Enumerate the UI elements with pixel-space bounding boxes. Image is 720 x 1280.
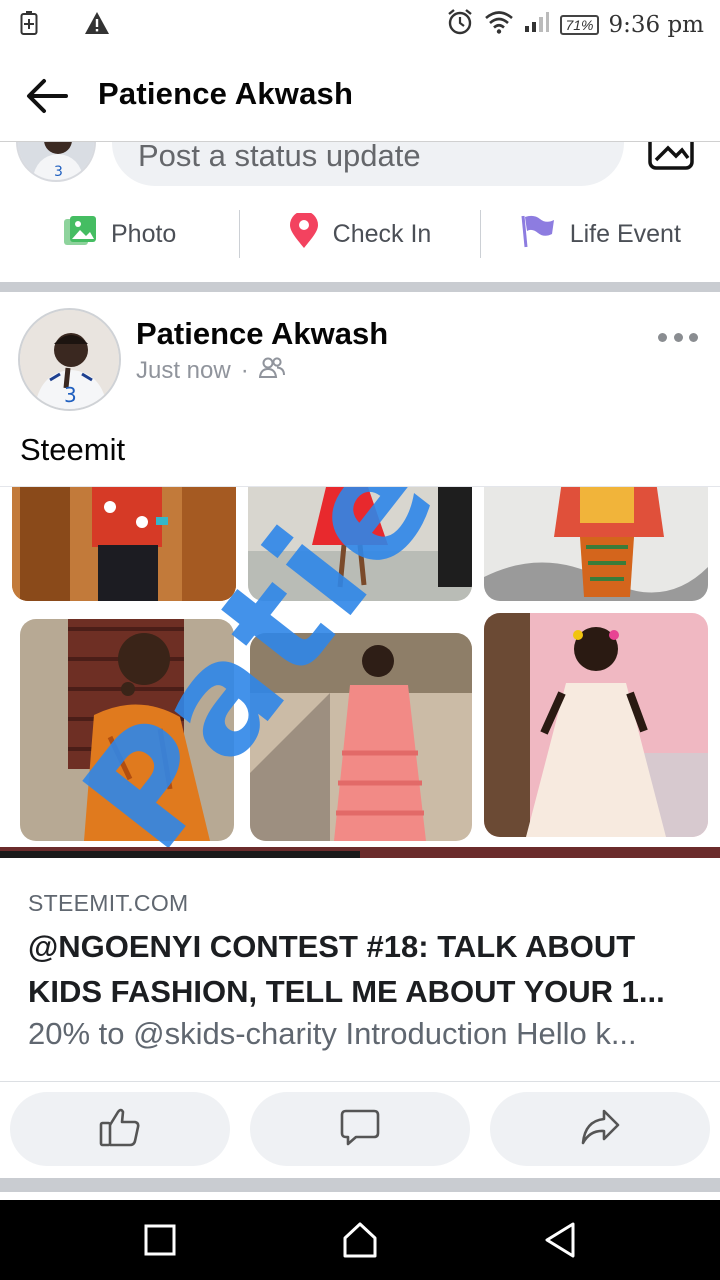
composer-actions: Photo Check In Life Event bbox=[0, 208, 720, 260]
like-button[interactable] bbox=[10, 1092, 230, 1166]
more-options-icon[interactable] bbox=[658, 330, 698, 344]
share-button[interactable] bbox=[490, 1092, 710, 1166]
post-actions bbox=[10, 1092, 710, 1166]
app-header: Patience Akwash bbox=[0, 50, 720, 142]
battery-charging-icon bbox=[20, 10, 38, 41]
location-pin-icon bbox=[289, 210, 319, 256]
check-in-button[interactable]: Check In bbox=[240, 208, 479, 260]
link-preview[interactable]: STEEMIT.COM @NGOENYI CONTEST #18: TALK A… bbox=[0, 858, 720, 1082]
system-nav-bar bbox=[0, 1200, 720, 1280]
alarm-icon bbox=[446, 8, 474, 41]
thumbs-up-icon bbox=[99, 1107, 141, 1152]
wifi-icon bbox=[484, 10, 514, 39]
page-title: Patience Akwash bbox=[98, 76, 354, 111]
photo-tile bbox=[248, 487, 472, 601]
warning-icon bbox=[84, 11, 110, 40]
link-description: 20% to @skids-charity Introduction Hello… bbox=[28, 1016, 637, 1051]
section-divider bbox=[0, 282, 720, 292]
link-preview-image[interactable]: Patience bbox=[0, 486, 720, 858]
next-post-edge bbox=[0, 1192, 720, 1200]
photo-tile bbox=[12, 487, 236, 601]
section-divider bbox=[0, 1178, 720, 1192]
status-input[interactable]: Post a status update bbox=[112, 142, 624, 186]
link-title: @NGOENYI CONTEST #18: TALK ABOUT KIDS FA… bbox=[28, 929, 665, 1009]
recents-button[interactable] bbox=[140, 1220, 180, 1260]
signal-icon bbox=[524, 11, 550, 38]
photo-tile bbox=[484, 487, 708, 601]
home-button[interactable] bbox=[340, 1220, 380, 1260]
status-composer: 3 Post a status update Photo Check In Li… bbox=[0, 142, 720, 282]
arrow-left-icon[interactable] bbox=[24, 76, 70, 116]
life-event-button[interactable]: Life Event bbox=[481, 208, 720, 260]
svg-text:3: 3 bbox=[54, 164, 63, 180]
photo-tile bbox=[20, 619, 234, 841]
author-avatar[interactable]: 3 bbox=[18, 308, 121, 411]
photo-icon bbox=[63, 215, 97, 254]
photo-tile bbox=[484, 613, 708, 837]
camera-photo-icon[interactable] bbox=[644, 142, 698, 172]
flag-icon bbox=[520, 214, 556, 255]
status-bar: 71% 9:36 pm bbox=[0, 0, 720, 50]
life-event-label: Life Event bbox=[569, 219, 681, 248]
photo-button[interactable]: Photo bbox=[0, 208, 239, 260]
photo-label: Photo bbox=[110, 219, 177, 248]
back-button[interactable] bbox=[540, 1220, 580, 1260]
photo-tile bbox=[250, 633, 472, 841]
post-meta: Just now · bbox=[136, 356, 285, 385]
post-author[interactable]: Patience Akwash bbox=[136, 316, 388, 352]
status-placeholder: Post a status update bbox=[138, 142, 421, 173]
comment-button[interactable] bbox=[250, 1092, 470, 1166]
friends-icon[interactable] bbox=[258, 356, 285, 385]
link-domain: STEEMIT.COM bbox=[28, 890, 189, 916]
avatar[interactable]: 3 bbox=[16, 142, 96, 182]
comment-icon bbox=[340, 1107, 380, 1152]
clock: 9:36 pm bbox=[608, 11, 705, 38]
battery-level: 71% bbox=[560, 14, 599, 35]
svg-text:3: 3 bbox=[64, 383, 77, 407]
post-text: Steemit bbox=[20, 432, 126, 467]
share-icon bbox=[580, 1109, 620, 1150]
check-in-label: Check In bbox=[332, 219, 432, 248]
post-card: 3 Patience Akwash Just now · Steemit STE… bbox=[0, 292, 720, 1178]
meta-separator: · bbox=[240, 356, 249, 384]
post-time[interactable]: Just now bbox=[136, 357, 231, 385]
